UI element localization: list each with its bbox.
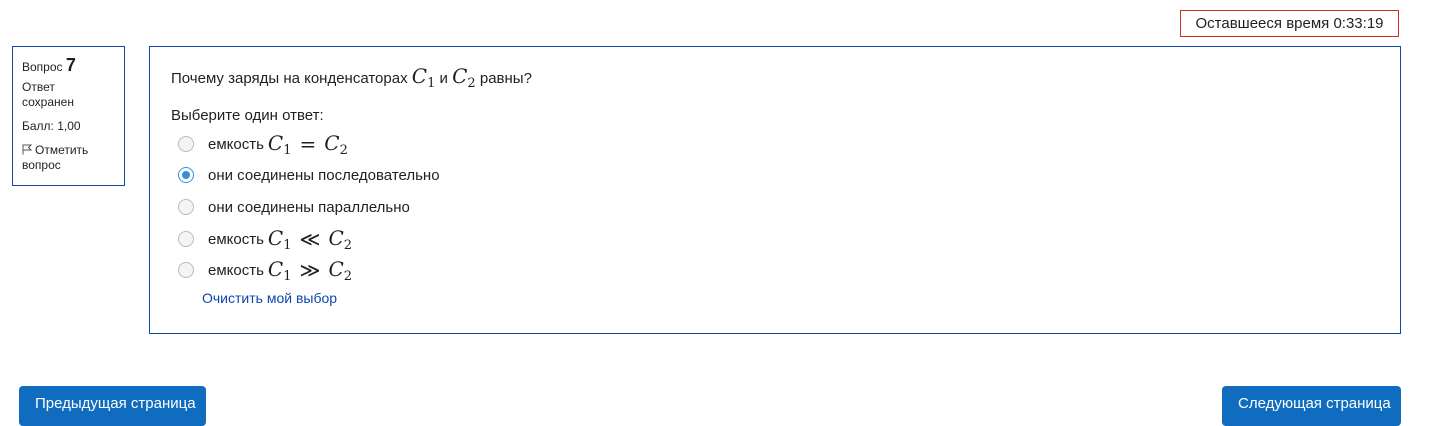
next-page-button[interactable]: Следующая страница bbox=[1222, 386, 1401, 426]
flag-icon bbox=[22, 144, 33, 155]
question-state: Ответ сохранен bbox=[22, 80, 74, 109]
math-c2: C2 bbox=[452, 64, 476, 91]
question-text: Почему заряды на конденсаторах C1 и C2 р… bbox=[171, 64, 532, 91]
answer-option-2[interactable]: они соединены последовательно bbox=[178, 162, 440, 188]
time-remaining: Оставшееся время 0:33:19 bbox=[1180, 10, 1399, 37]
timer-value: 0:33:19 bbox=[1333, 15, 1384, 32]
answer-option-5[interactable]: емкость C1 ≫ C2 bbox=[178, 257, 352, 284]
question-info-panel: Вопрос 7 Ответ сохранен Балл: 1,00 Отмет… bbox=[12, 46, 125, 186]
answer-option-1[interactable]: емкость C1 = C2 bbox=[178, 131, 348, 158]
question-content: Почему заряды на конденсаторах C1 и C2 р… bbox=[149, 46, 1401, 334]
answer-prompt: Выберите один ответ: bbox=[171, 107, 324, 124]
radio-button[interactable] bbox=[178, 136, 194, 152]
math-c1: C1 bbox=[411, 64, 436, 91]
flag-question-link[interactable]: Отметить вопрос bbox=[22, 143, 124, 173]
timer-label: Оставшееся время bbox=[1195, 15, 1330, 32]
answer-option-3[interactable]: они соединены параллельно bbox=[178, 194, 410, 220]
answer-option-4[interactable]: емкость C1 ≪ C2 bbox=[178, 226, 352, 253]
radio-button[interactable] bbox=[178, 262, 194, 278]
clear-choice-link[interactable]: Очистить мой выбор bbox=[202, 290, 337, 306]
radio-button[interactable] bbox=[178, 199, 194, 215]
radio-button-selected[interactable] bbox=[178, 167, 194, 183]
question-number: Вопрос 7 bbox=[22, 55, 76, 75]
question-grade: Балл: 1,00 bbox=[22, 119, 81, 133]
radio-button[interactable] bbox=[178, 231, 194, 247]
previous-page-button[interactable]: Предыдущая страница bbox=[19, 386, 206, 426]
